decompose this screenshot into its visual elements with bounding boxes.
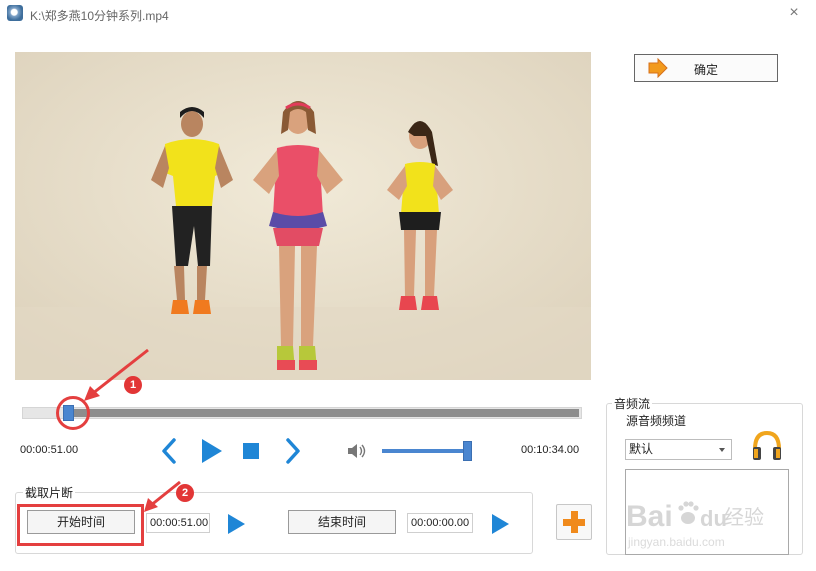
end-time-button[interactable]: 结束时间 [288, 510, 396, 534]
next-icon[interactable] [284, 438, 302, 464]
watermark-brand: Bai [626, 500, 673, 533]
stop-icon[interactable] [242, 442, 260, 460]
seek-bar[interactable] [22, 405, 582, 421]
chevron-down-icon [719, 448, 725, 452]
volume-thumb[interactable] [463, 441, 472, 461]
add-clip-button[interactable] [556, 504, 592, 540]
audio-channel-value: 默认 [629, 442, 654, 456]
clip-group-label: 截取片断 [23, 484, 76, 501]
prev-icon[interactable] [160, 438, 178, 464]
play-from-end-icon[interactable] [490, 512, 510, 536]
seek-progress [74, 409, 579, 417]
confirm-button[interactable]: 确定 [634, 54, 778, 82]
app-icon [7, 5, 23, 21]
annotation-rect [17, 504, 144, 546]
video-frame [15, 52, 591, 380]
annotation-badge-2: 2 [176, 484, 194, 502]
watermark-text: 经验 [724, 505, 764, 529]
audio-channel-select[interactable]: 默认 [625, 439, 732, 460]
title-bar: K:\郑多燕10分钟系列.mp4 × [0, 0, 816, 28]
current-time: 00:00:51.00 [20, 444, 79, 456]
close-button[interactable]: × [784, 3, 804, 23]
audio-group-label: 音频流 [612, 395, 653, 412]
annotation-arrow-1 [84, 348, 149, 401]
watermark-brand-2: du [700, 506, 727, 531]
headphones-icon [753, 430, 781, 460]
volume-track[interactable] [382, 449, 472, 453]
end-time-field[interactable]: 00:00:00.00 [407, 513, 473, 533]
volume-icon[interactable] [347, 442, 367, 460]
watermark-url: jingyan.baidu.com [627, 535, 725, 549]
window-title: K:\郑多燕10分钟系列.mp4 [30, 9, 169, 23]
start-time-field[interactable]: 00:00:51.00 [146, 513, 210, 533]
play-icon[interactable] [200, 437, 224, 465]
annotation-badge-1: 1 [124, 376, 142, 394]
play-from-start-icon[interactable] [226, 512, 246, 536]
baidu-watermark: Bai du 经验 jingyan.baidu.com [626, 488, 776, 552]
source-audio-label: 源音频频道 [626, 414, 687, 428]
video-preview [15, 52, 591, 380]
confirm-label: 确定 [693, 63, 718, 77]
add-icon [563, 511, 585, 533]
paw-icon [678, 501, 699, 524]
total-time: 00:10:34.00 [521, 444, 580, 456]
